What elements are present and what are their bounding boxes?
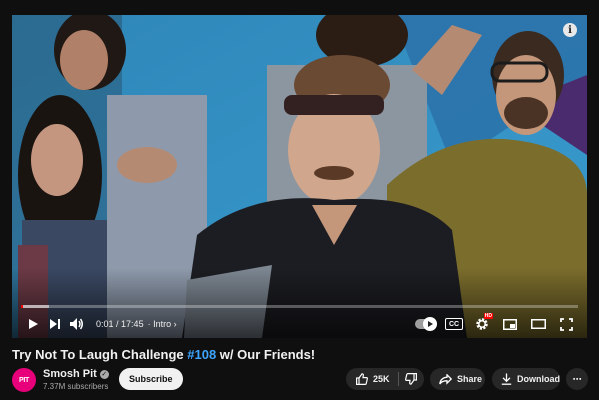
subscriber-count: 7.37M subscribers xyxy=(43,382,109,391)
thumbs-down-icon xyxy=(405,373,418,385)
volume-icon xyxy=(70,318,83,330)
share-icon xyxy=(439,373,452,385)
thumbs-up-icon xyxy=(356,373,368,385)
channel-name: Smosh Pit xyxy=(43,368,97,380)
like-count: 25K xyxy=(373,374,390,384)
verified-icon: ✓ xyxy=(99,369,109,379)
video-title-hashtag[interactable]: #108 xyxy=(187,347,216,362)
miniplayer-icon xyxy=(503,318,517,330)
volume-button[interactable] xyxy=(66,313,88,335)
video-title-prefix: Try Not To Laugh Challenge xyxy=(12,347,188,362)
info-icon[interactable]: i xyxy=(563,23,577,37)
current-time: 0:01 xyxy=(96,319,114,329)
fullscreen-icon xyxy=(559,317,573,331)
hd-badge: HD xyxy=(483,313,493,319)
next-icon xyxy=(50,319,60,329)
time-separator: / xyxy=(113,319,122,329)
chapter-chevron-icon: › xyxy=(173,319,177,329)
theater-button[interactable] xyxy=(527,313,549,335)
play-icon xyxy=(29,319,38,329)
settings-button[interactable]: HD xyxy=(471,313,493,335)
subscribe-button[interactable]: Subscribe xyxy=(119,368,183,390)
download-icon xyxy=(501,373,512,385)
like-button[interactable]: 25K xyxy=(346,368,398,390)
avatar-text: PIT xyxy=(19,376,29,384)
fullscreen-button[interactable] xyxy=(555,313,577,335)
chapter-title: Intro xyxy=(153,319,172,329)
like-dislike-group: 25K xyxy=(346,368,424,390)
share-label: Share xyxy=(457,374,483,384)
next-button[interactable] xyxy=(44,313,66,335)
theater-icon xyxy=(530,319,546,329)
download-label: Download xyxy=(517,374,560,384)
autoplay-toggle[interactable] xyxy=(415,317,437,331)
duration: 17:45 xyxy=(121,319,144,329)
chapter-button[interactable]: · Intro › xyxy=(148,319,177,329)
autoplay-icon xyxy=(423,317,437,331)
video-player[interactable]: i 0:01 / 17:45 · Intro › CC HD xyxy=(12,15,587,338)
dislike-button[interactable] xyxy=(399,368,424,390)
time-display: 0:01 / 17:45 xyxy=(96,319,144,329)
captions-button[interactable]: CC xyxy=(443,313,465,335)
share-button[interactable]: Share xyxy=(430,368,485,390)
settings-icon xyxy=(476,318,488,330)
progress-bar[interactable] xyxy=(21,305,578,308)
cc-icon: CC xyxy=(445,318,463,330)
channel-name-link[interactable]: Smosh Pit ✓ xyxy=(43,368,109,380)
player-controls: 0:01 / 17:45 · Intro › CC HD xyxy=(12,310,587,338)
more-button[interactable]: ⋯ xyxy=(566,368,588,390)
miniplayer-button[interactable] xyxy=(499,313,521,335)
channel-row: PIT Smosh Pit ✓ 7.37M subscribers Subscri… xyxy=(12,367,588,393)
download-button[interactable]: Download xyxy=(492,368,560,390)
progress-played xyxy=(21,305,24,308)
more-icon: ⋯ xyxy=(572,373,582,384)
progress-buffered xyxy=(21,305,49,308)
channel-avatar[interactable]: PIT xyxy=(12,368,36,392)
video-title: Try Not To Laugh Challenge #108 w/ Our F… xyxy=(12,347,315,362)
video-title-suffix: w/ Our Friends! xyxy=(216,347,316,362)
play-button[interactable] xyxy=(22,313,44,335)
